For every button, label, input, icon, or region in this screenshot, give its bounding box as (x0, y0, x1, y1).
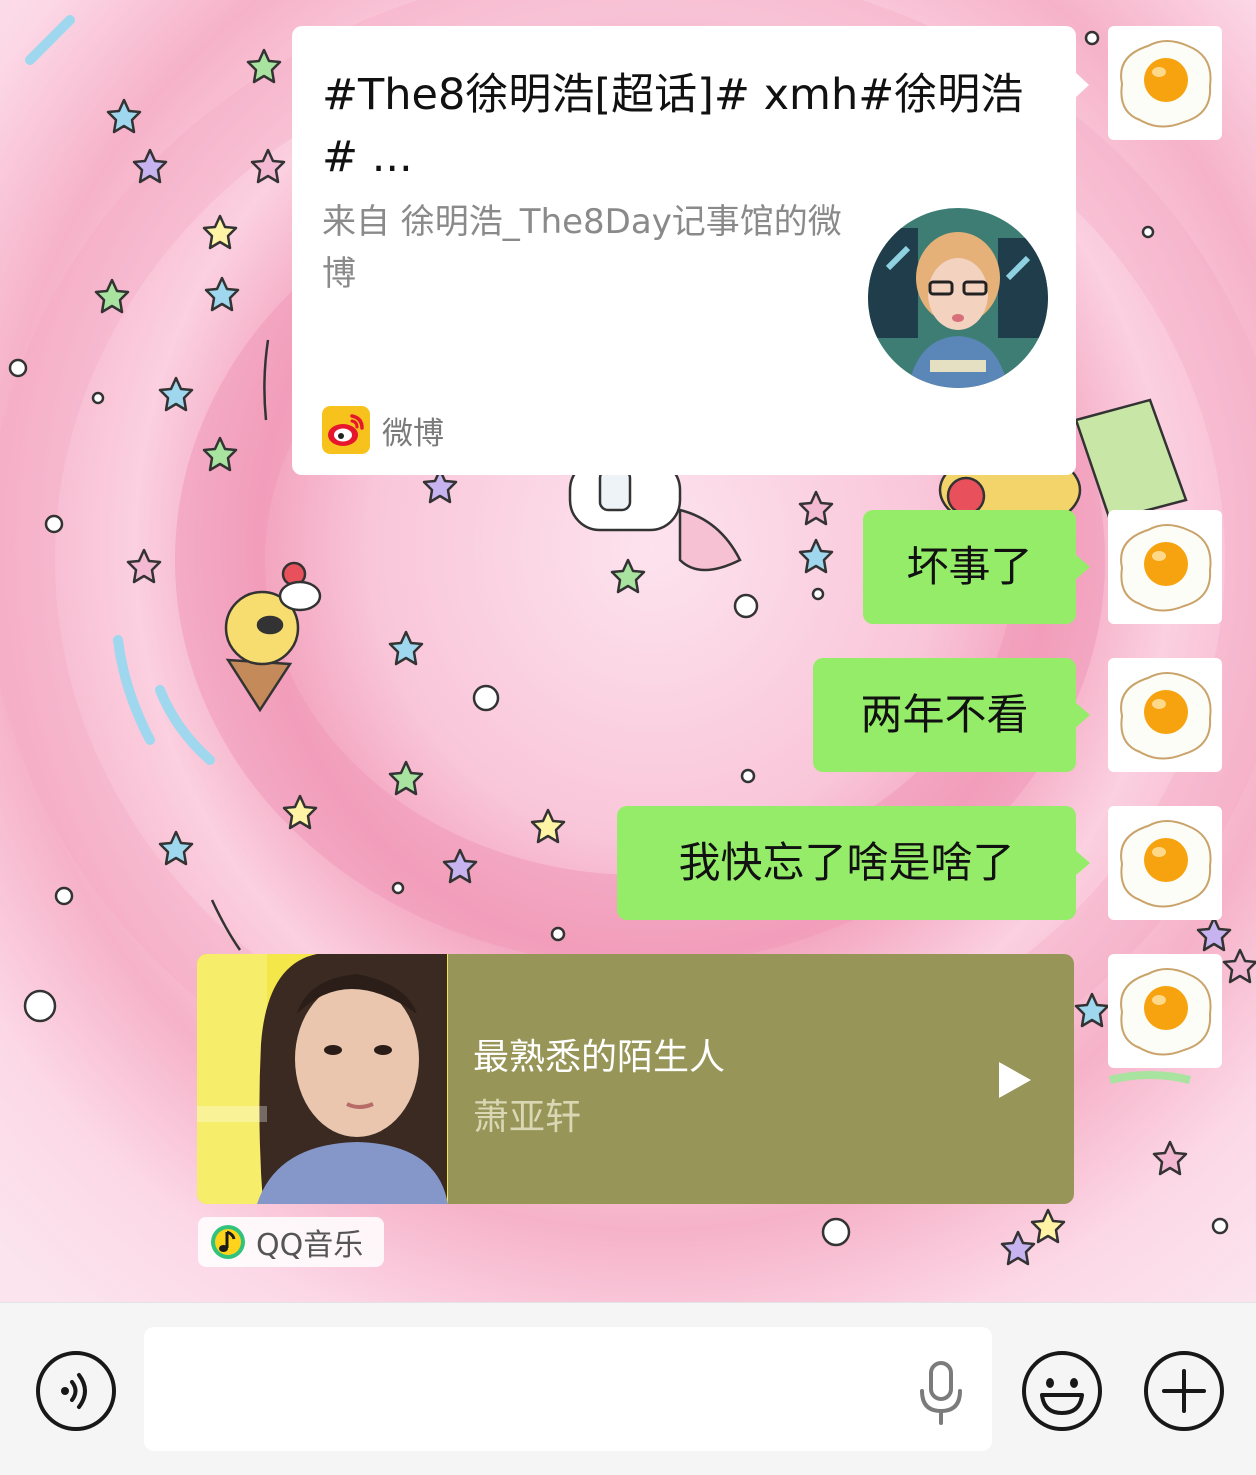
emoji-icon[interactable] (1020, 1349, 1104, 1433)
music-source-row: QQ音乐 (198, 1217, 384, 1267)
album-cover (197, 954, 448, 1204)
message-input[interactable] (144, 1327, 992, 1451)
microphone-icon[interactable] (918, 1361, 964, 1425)
play-icon[interactable] (997, 1060, 1033, 1100)
weibo-card-thumbnail (868, 208, 1048, 388)
avatar[interactable] (1108, 954, 1222, 1068)
avatar[interactable] (1108, 510, 1222, 624)
voice-mode-icon[interactable] (34, 1349, 118, 1433)
fried-egg-avatar (1120, 820, 1212, 908)
more-plus-icon[interactable] (1142, 1349, 1226, 1433)
qq-music-logo-icon (211, 1225, 245, 1259)
weibo-card-description: 来自 徐明浩_The8Day记事馆的微博 (322, 202, 842, 294)
weibo-share-card[interactable]: #The8徐明浩[超话]# xmh#徐明浩# ... 来自 徐明浩_The8Da… (292, 26, 1089, 475)
bubble-tail (1075, 850, 1090, 876)
weibo-logo-icon (322, 406, 370, 454)
music-share-card[interactable]: 最熟悉的陌生人 萧亚轩 (197, 954, 1074, 1204)
fried-egg-avatar (1120, 968, 1212, 1056)
bubble-tail (1075, 702, 1090, 728)
weibo-card-title: #The8徐明浩[超话]# xmh#徐明浩# ... (322, 70, 1024, 182)
song-artist: 萧亚轩 (473, 1097, 582, 1138)
fried-egg-avatar (1120, 40, 1212, 128)
message-text: 两年不看 (860, 690, 1029, 739)
message-text: 我快忘了啥是啥了 (678, 838, 1015, 887)
message-text: 坏事了 (906, 542, 1033, 591)
fried-egg-avatar (1120, 524, 1212, 612)
song-title: 最熟悉的陌生人 (473, 1037, 726, 1078)
message-bubble[interactable]: 两年不看 (813, 658, 1090, 772)
avatar[interactable] (1108, 806, 1222, 920)
message-bubble[interactable]: 我快忘了啥是啥了 (617, 806, 1090, 920)
bubble-tail (1075, 72, 1089, 98)
message-bubble[interactable]: 坏事了 (863, 510, 1090, 624)
avatar[interactable] (1108, 26, 1222, 140)
avatar[interactable] (1108, 658, 1222, 772)
music-source-label: QQ音乐 (256, 1228, 364, 1263)
weibo-source-label: 微博 (382, 415, 444, 452)
weibo-source-row: 微博 (322, 406, 444, 454)
bubble-tail (1075, 554, 1090, 580)
chat-input-bar (0, 1302, 1256, 1475)
fried-egg-avatar (1120, 672, 1212, 760)
